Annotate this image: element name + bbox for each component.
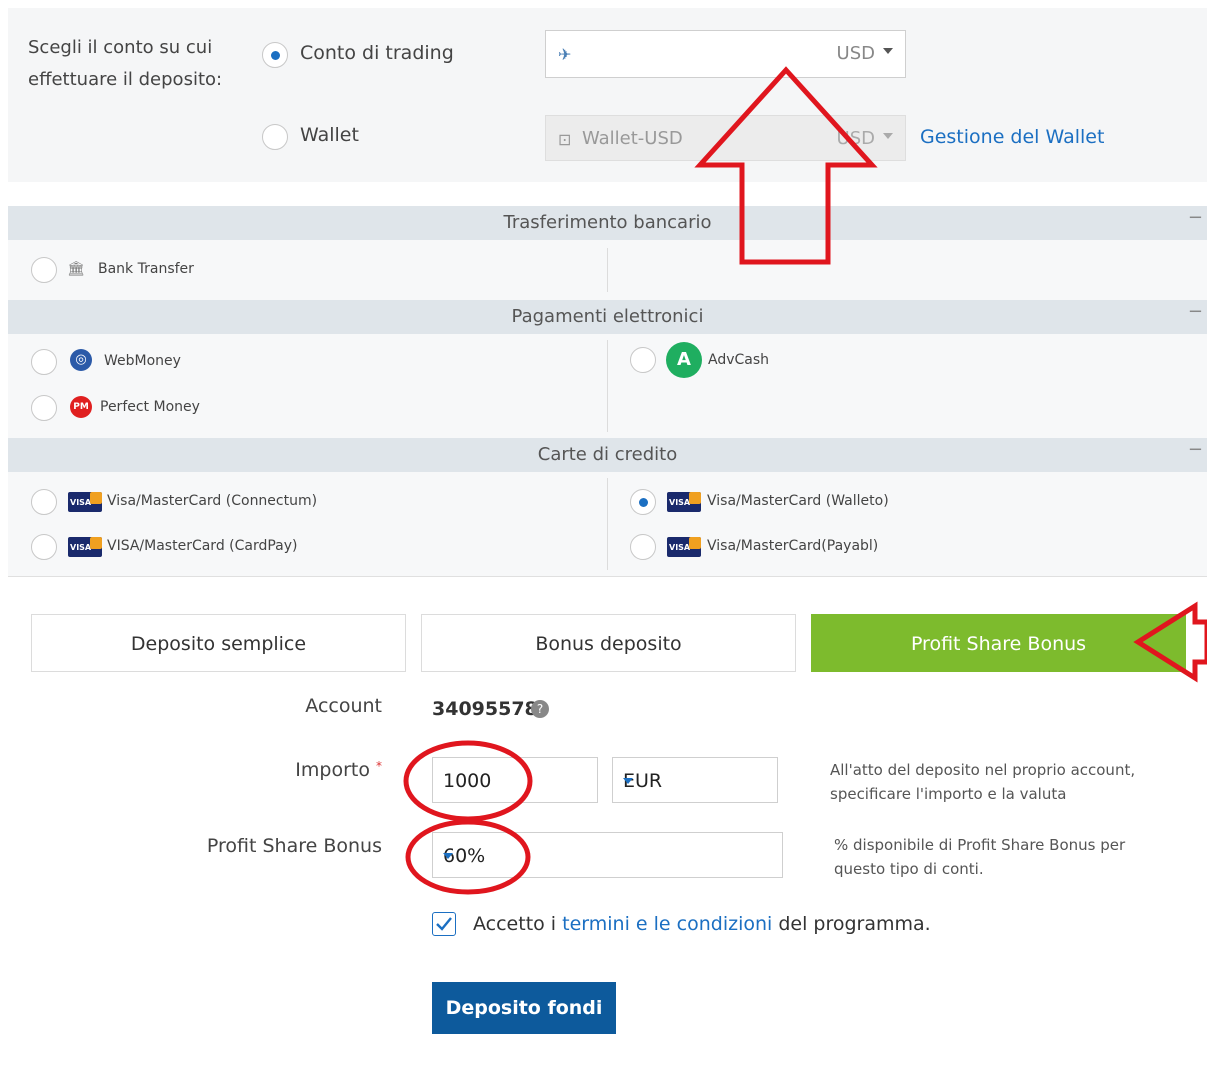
account-label: Account: [305, 695, 382, 717]
wallet-currency: USD: [836, 128, 875, 149]
wallet-select-value: Wallet-USD: [582, 128, 683, 149]
radio-trading-account[interactable]: [262, 42, 288, 68]
chevron-down-icon: [883, 133, 893, 139]
amount-hint: All'atto del deposito nel proprio accoun…: [830, 761, 1136, 803]
trading-account-select[interactable]: ✈ USD: [545, 30, 906, 78]
method-label: Bank Transfer: [98, 261, 194, 277]
amount-input[interactable]: 1000: [432, 757, 598, 803]
radio-webmoney[interactable]: [31, 349, 57, 375]
terms-suffix: del programma.: [772, 913, 931, 935]
wallet-management-link[interactable]: Gestione del Wallet: [920, 126, 1104, 148]
radio-walleto[interactable]: [630, 489, 656, 515]
visa-mastercard-icon: VISA: [68, 537, 102, 557]
amount-value: 1000: [443, 770, 492, 792]
bank-icon: 🏛: [67, 261, 85, 277]
satellite-icon: ✈: [558, 45, 572, 64]
account-selection-label: Scegli il conto su cui effettuare il dep…: [28, 37, 223, 90]
visa-mastercard-icon: VISA: [667, 537, 701, 557]
wallet-icon: ⊡: [558, 130, 572, 149]
terms-text: Accetto i termini e le condizioni del pr…: [473, 913, 931, 935]
section-header-electronic[interactable]: Pagamenti elettronici −: [8, 300, 1207, 334]
currency-select[interactable]: EUR: [612, 757, 778, 803]
radio-advcash[interactable]: [630, 347, 656, 373]
radio-perfect-money[interactable]: [31, 395, 57, 421]
chevron-down-icon: [883, 48, 893, 54]
wallet-label: Wallet: [300, 124, 359, 146]
terms-prefix: Accetto i: [473, 913, 563, 935]
perfect-money-icon: PM: [70, 396, 92, 418]
amount-label-text: Importo: [295, 759, 370, 781]
tab-deposito-semplice[interactable]: Deposito semplice: [31, 614, 406, 672]
radio-cardpay[interactable]: [31, 534, 57, 560]
tab-profit-share-bonus[interactable]: Profit Share Bonus: [811, 614, 1186, 672]
section-title: Carte di credito: [537, 444, 678, 465]
collapse-icon[interactable]: −: [1188, 440, 1203, 460]
visa-mastercard-icon: VISA: [667, 492, 701, 512]
collapse-icon[interactable]: −: [1188, 208, 1203, 228]
method-label: Visa/MasterCard (Connectum): [107, 493, 318, 509]
webmoney-icon: ◎: [70, 349, 92, 371]
required-mark: *: [376, 759, 382, 773]
method-label: VISA/MasterCard (CardPay): [107, 538, 298, 554]
section-header-cards[interactable]: Carte di credito −: [8, 438, 1207, 472]
column-divider: [607, 248, 608, 292]
trading-account-label: Conto di trading: [300, 42, 454, 64]
terms-link[interactable]: termini e le condizioni: [562, 913, 772, 935]
trading-account-currency: USD: [836, 43, 875, 64]
column-divider: [607, 478, 608, 570]
section-title: Trasferimento bancario: [503, 212, 712, 233]
method-label: WebMoney: [104, 353, 181, 369]
method-label: Visa/MasterCard (Walleto): [707, 493, 889, 509]
check-icon: [436, 917, 452, 931]
radio-connectum[interactable]: [31, 489, 57, 515]
collapse-icon[interactable]: −: [1188, 302, 1203, 322]
method-label: Visa/MasterCard(Payabl): [707, 538, 879, 554]
radio-wallet[interactable]: [262, 124, 288, 150]
bonus-label: Profit Share Bonus: [206, 835, 382, 857]
help-icon[interactable]: ?: [531, 700, 549, 718]
account-number: 34095578: [432, 698, 538, 720]
visa-mastercard-icon: VISA: [68, 492, 102, 512]
column-divider: [607, 340, 608, 432]
terms-checkbox[interactable]: [432, 912, 456, 936]
chevron-down-icon: [443, 853, 453, 859]
bonus-hint: % disponibile di Profit Share Bonus per …: [834, 836, 1126, 878]
radio-payabl[interactable]: [630, 534, 656, 560]
bonus-select[interactable]: 60%: [432, 832, 783, 878]
section-header-bank[interactable]: Trasferimento bancario −: [8, 206, 1207, 240]
chevron-down-icon: [623, 778, 633, 784]
tab-bonus-deposito[interactable]: Bonus deposito: [421, 614, 796, 672]
amount-label: Importo *: [180, 759, 382, 781]
wallet-select: ⊡ Wallet-USD USD: [545, 115, 906, 161]
method-label: Perfect Money: [100, 399, 200, 415]
deposit-funds-button[interactable]: Deposito fondi: [432, 982, 616, 1034]
advcash-icon: A: [666, 342, 702, 378]
section-divider: [8, 576, 1207, 577]
radio-bank-transfer[interactable]: [31, 257, 57, 283]
method-label: AdvCash: [708, 352, 770, 368]
section-title: Pagamenti elettronici: [511, 306, 704, 327]
